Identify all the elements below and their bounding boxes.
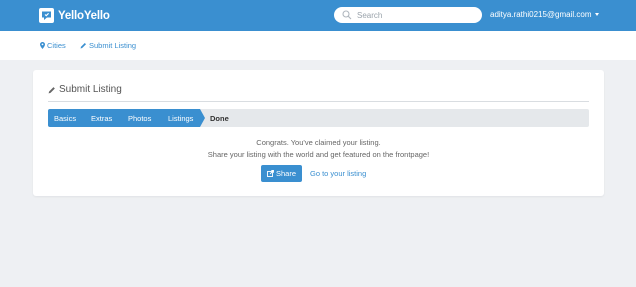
subnav-cities-label: Cities — [47, 41, 66, 50]
share-prompt: Share your listing with the world and ge… — [207, 150, 430, 159]
user-email: aditya.rathi0215@gmail.com — [490, 10, 592, 19]
caret-down-icon — [594, 13, 599, 16]
step-listings[interactable]: Listings — [168, 114, 193, 123]
share-button[interactable]: Share — [261, 165, 302, 182]
pencil-icon — [48, 86, 55, 93]
subnav-submit-listing[interactable]: Submit Listing — [80, 41, 136, 50]
card-title-text: Submit Listing — [59, 84, 122, 95]
map-marker-icon — [40, 42, 45, 49]
brand-link[interactable]: YelloYello — [39, 6, 110, 25]
step-extras[interactable]: Extras — [91, 114, 112, 123]
wizard-steps: Basics Extras Photos Listings Done — [48, 109, 589, 127]
share-icon — [267, 170, 274, 177]
top-navbar: YelloYello aditya.rathi0215@gmail.com — [0, 0, 636, 31]
sub-navbar: Cities Submit Listing — [0, 31, 636, 60]
search-box[interactable] — [334, 7, 482, 23]
go-to-listing-link[interactable]: Go to your listing — [310, 169, 366, 178]
card-title: Submit Listing — [48, 84, 122, 95]
search-icon — [342, 10, 352, 20]
congrats-message: Congrats. You've claimed your listing. — [256, 138, 381, 147]
pencil-icon — [80, 43, 86, 49]
steps-arrow — [200, 109, 205, 127]
search-input[interactable] — [357, 10, 475, 20]
brand-name: YelloYello — [58, 9, 110, 22]
user-menu[interactable]: aditya.rathi0215@gmail.com — [490, 10, 599, 19]
subnav-submit-listing-label: Submit Listing — [89, 41, 137, 50]
step-basics[interactable]: Basics — [54, 114, 76, 123]
step-done: Done — [210, 114, 229, 123]
share-button-label: Share — [275, 169, 296, 178]
card-divider — [48, 101, 589, 102]
subnav-cities[interactable]: Cities — [40, 41, 66, 50]
chat-bubble-icon — [39, 8, 54, 23]
step-photos[interactable]: Photos — [128, 114, 151, 123]
submit-listing-card: Submit Listing Basics Extras Photos List… — [33, 70, 604, 196]
